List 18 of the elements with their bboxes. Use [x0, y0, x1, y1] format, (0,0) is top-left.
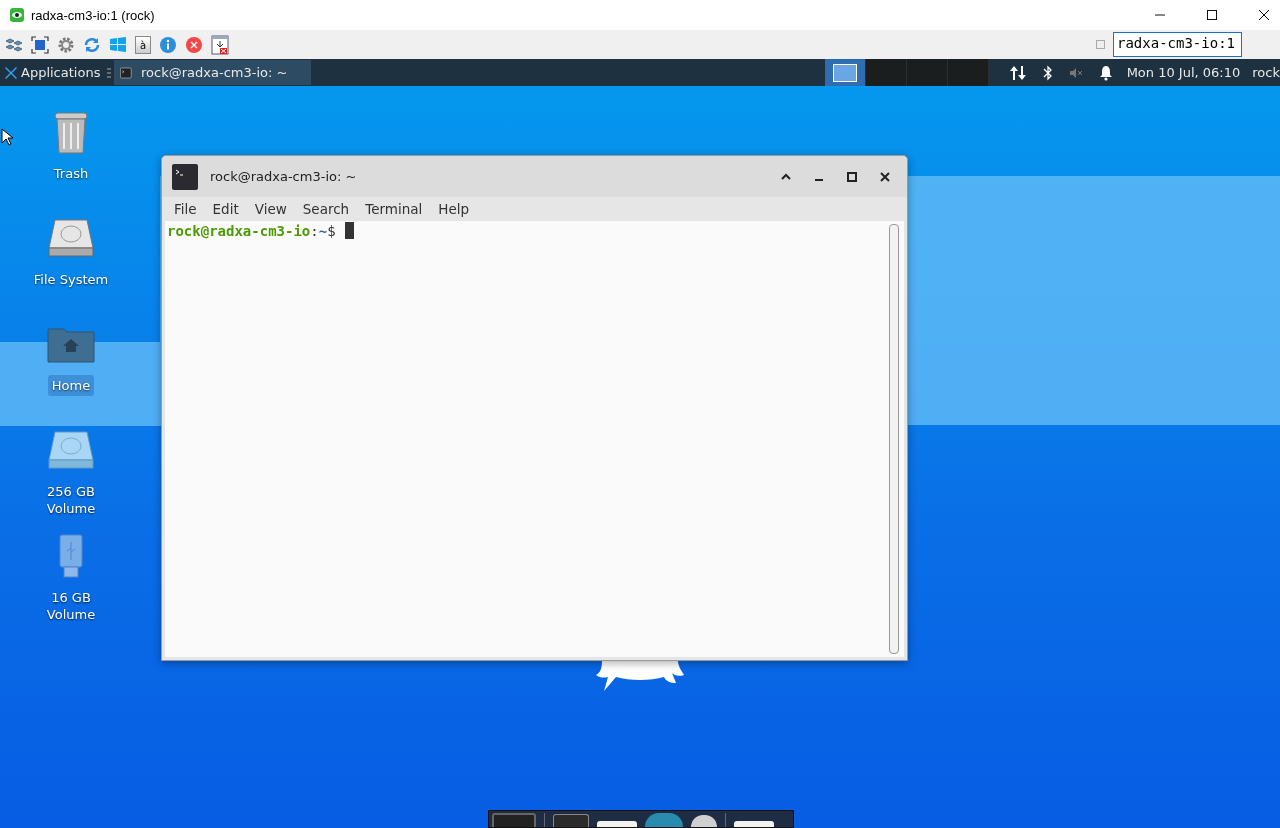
terminal-title: rock@radxa-cm3-io: ~ [210, 169, 357, 184]
key-icon[interactable]: à [135, 35, 151, 54]
menu-item[interactable]: Terminal [365, 201, 423, 217]
menu-item[interactable]: View [254, 201, 287, 217]
desktop-icon-label[interactable]: 256 GB Volume [25, 481, 117, 519]
applications-menu[interactable]: Applications [0, 65, 105, 80]
menu-item[interactable]: File [174, 201, 197, 217]
menu-item[interactable]: Search [302, 201, 350, 217]
window-title: radxa-cm3-io:1 (rock) [31, 7, 155, 23]
taskbar-button[interactable]: rock@radxa-cm3-io: ~ [114, 60, 312, 85]
menu-item[interactable]: Edit [212, 201, 239, 217]
host-field[interactable]: radxa-cm3-io:1 [1113, 32, 1242, 57]
desktop-icon-label[interactable]: 16 GB Volume [25, 587, 117, 625]
desktop-icon-label[interactable]: File System [29, 269, 113, 290]
menu-item[interactable]: Help [438, 201, 470, 217]
user-menu[interactable]: rock [1252, 65, 1280, 80]
clock[interactable]: Mon 10 Jul, 06:10 [1126, 65, 1241, 80]
prompt-text: rock@radxa-cm3-io:~$ [167, 222, 336, 239]
